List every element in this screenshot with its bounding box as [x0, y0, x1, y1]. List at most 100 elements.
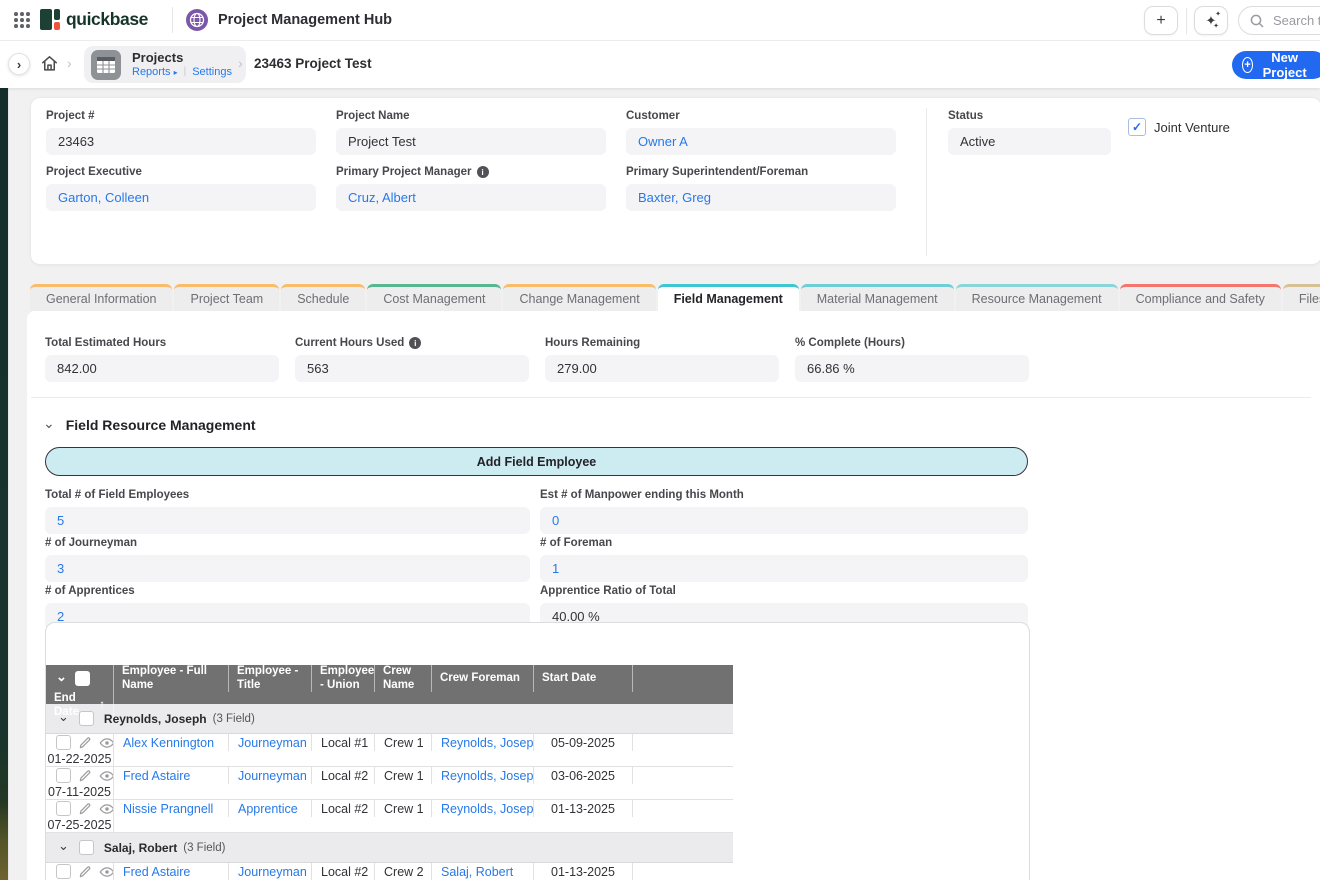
joint-venture-checkbox[interactable]: ✓: [1128, 118, 1146, 136]
cell-crew-foreman[interactable]: Reynolds, Joseph: [432, 800, 534, 817]
column-header-label: Employee - Full Name: [122, 665, 220, 692]
field-value-of-journeyman[interactable]: 3: [45, 555, 530, 582]
settings-link[interactable]: Settings: [192, 66, 232, 79]
tab-resource-management[interactable]: Resource Management: [956, 284, 1118, 311]
field-customer: CustomerOwner A: [626, 110, 896, 155]
form-divider: [926, 108, 927, 256]
search-input[interactable]: [1271, 12, 1320, 29]
cell-employee-title[interactable]: Journeyman: [229, 767, 312, 784]
row-checkbox[interactable]: [56, 735, 71, 750]
cell-employee-union: Local #2: [312, 863, 375, 880]
cell-employee-full-name[interactable]: Alex Kennington: [114, 734, 229, 751]
row-checkbox[interactable]: [56, 864, 71, 879]
field-value-total-of-field-employees[interactable]: 5: [45, 507, 530, 534]
edit-record-icon[interactable]: [78, 769, 92, 783]
reports-menu[interactable]: Reports ▸: [132, 66, 178, 79]
quickbase-logo[interactable]: quickbase: [40, 9, 148, 30]
tab-material-management[interactable]: Material Management: [801, 284, 954, 311]
record-title: 23463 Project Test: [254, 56, 372, 71]
column-header-employee-full-name[interactable]: Employee - Full Name: [114, 665, 229, 692]
cell-employee-full-name[interactable]: Fred Astaire: [114, 863, 229, 880]
field-value-total-estimated-hours: 842.00: [45, 355, 279, 382]
home-icon[interactable]: [40, 54, 59, 78]
view-record-icon[interactable]: [99, 768, 114, 784]
tab-field-management[interactable]: Field Management: [658, 284, 799, 311]
field-label: Primary Superintendent/Foreman: [626, 166, 896, 178]
cell-employee-full-name[interactable]: Fred Astaire: [114, 767, 229, 784]
field-value-project-executive[interactable]: Garton, Colleen: [46, 184, 316, 211]
tab-cost-management[interactable]: Cost Management: [367, 284, 501, 311]
expand-sidebar-button[interactable]: ›: [8, 53, 30, 75]
tab-label: Schedule: [297, 292, 349, 306]
field-est-of-manpower-ending-this-month: Est # of Manpower ending this Month0: [540, 489, 1028, 534]
field-hours-remaining: Hours Remaining279.00: [545, 337, 779, 382]
record-fields: Project #23463Project NameProject TestCu…: [46, 110, 896, 211]
search-box[interactable]: [1238, 6, 1320, 35]
column-header-employee-union[interactable]: Employee - Union: [312, 665, 375, 692]
column-header-crew-name[interactable]: Crew Name: [375, 665, 432, 692]
new-item-button[interactable]: +: [1144, 6, 1178, 35]
view-record-icon[interactable]: [99, 864, 114, 880]
hours-fields: Total Estimated Hours842.00Current Hours…: [45, 337, 1029, 382]
field-value-current-hours-used: 563: [295, 355, 529, 382]
field-value-of-foreman[interactable]: 1: [540, 555, 1028, 582]
cell-employee-title[interactable]: Apprentice: [229, 800, 312, 817]
tab-project-team[interactable]: Project Team: [174, 284, 279, 311]
row-controls-cell: [46, 767, 114, 784]
row-checkbox[interactable]: [56, 801, 71, 816]
tab-files-photos[interactable]: Files/Photos: [1283, 284, 1320, 311]
tab-schedule[interactable]: Schedule: [281, 284, 365, 311]
column-header-crew-foreman[interactable]: Crew Foreman: [432, 665, 534, 692]
tab-general-information[interactable]: General Information: [30, 284, 172, 311]
column-header-label: Crew Foreman: [440, 672, 520, 686]
chevron-down-icon[interactable]: ⌄: [58, 838, 69, 854]
field-primary-superintendent-foreman: Primary Superintendent/Foreman Baxter, Gr…: [626, 166, 896, 211]
breadcrumb-pipe: |: [184, 66, 187, 78]
column-header-label: Employee - Union: [320, 665, 374, 692]
column-header-label: Employee - Title: [237, 665, 303, 692]
chevron-down-icon[interactable]: ⌄: [56, 669, 67, 684]
field-value-primary-project-manager[interactable]: Cruz, Albert: [336, 184, 606, 211]
select-all-checkbox[interactable]: [75, 671, 90, 686]
field-value-primary-superintendent-foreman[interactable]: Baxter, Greg: [626, 184, 896, 211]
field-value-est-of-manpower-ending-this-month[interactable]: 0: [540, 507, 1028, 534]
edit-record-icon[interactable]: [78, 802, 92, 816]
edit-record-icon[interactable]: [78, 865, 92, 879]
group-checkbox[interactable]: [79, 711, 94, 726]
row-checkbox[interactable]: [56, 768, 71, 783]
field-label: Status: [948, 110, 1111, 122]
chevron-down-icon[interactable]: ⌄: [58, 709, 69, 725]
tab-label: Cost Management: [383, 292, 485, 306]
group-checkbox[interactable]: [79, 840, 94, 855]
table-icon: [89, 48, 123, 82]
table-row: Nissie PrangnellApprenticeLocal #2Crew 1…: [46, 800, 733, 833]
cell-crew-foreman[interactable]: Reynolds, Joseph: [432, 767, 534, 784]
view-record-icon[interactable]: [99, 801, 114, 817]
column-header-employee-title[interactable]: Employee - Title: [229, 665, 312, 692]
new-project-button[interactable]: + New Project: [1232, 51, 1320, 79]
cell-employee-full-name[interactable]: Nissie Prangnell: [114, 800, 229, 817]
breadcrumb-table[interactable]: Projects Reports ▸ | Settings: [84, 46, 246, 83]
tab-compliance-and-safety[interactable]: Compliance and Safety: [1120, 284, 1281, 311]
field-value-status: Active: [948, 128, 1111, 155]
cell-employee-title[interactable]: Journeyman: [229, 863, 312, 880]
cell-employee-union: Local #2: [312, 767, 375, 784]
add-field-employee-button[interactable]: Add Field Employee: [45, 447, 1028, 476]
view-record-icon[interactable]: [99, 735, 114, 751]
cell-crew-foreman[interactable]: Salaj, Robert: [432, 863, 534, 880]
app-icon[interactable]: [185, 8, 209, 32]
cell-crew-name: Crew 1: [375, 767, 432, 784]
edit-record-icon[interactable]: [78, 736, 92, 750]
breadcrumb-separator-icon: ›: [238, 55, 243, 71]
group-name: Reynolds, Joseph: [104, 712, 207, 726]
tab-change-management[interactable]: Change Management: [503, 284, 655, 311]
app-switcher-icon[interactable]: [14, 12, 30, 28]
cell-crew-foreman[interactable]: Reynolds, Joseph: [432, 734, 534, 751]
tab-label: Change Management: [519, 292, 639, 306]
cell-employee-title[interactable]: Journeyman: [229, 734, 312, 751]
collapse-section-icon[interactable]: ⌄: [43, 416, 55, 430]
field-value-customer[interactable]: Owner A: [626, 128, 896, 155]
employee-table: ⌄ Employee - Full Name Employee - Title Emp…: [46, 665, 733, 880]
column-header-start-date[interactable]: Start Date: [534, 665, 633, 692]
ai-assistant-button[interactable]: ✦ ✦ ✦: [1194, 6, 1228, 35]
